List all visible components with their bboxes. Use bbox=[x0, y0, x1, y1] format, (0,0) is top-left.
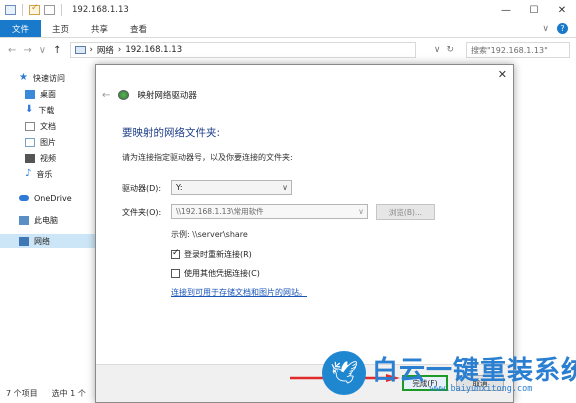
sidebar-item-onedrive[interactable]: OneDrive bbox=[19, 191, 72, 205]
address-bar[interactable]: › 网络 › 192.168.1.13 bbox=[69, 42, 416, 58]
example-text: 示例: \\server\share bbox=[171, 230, 248, 239]
videos-icon bbox=[25, 153, 35, 163]
sidebar-item-label: OneDrive bbox=[34, 193, 72, 203]
recent-chevron-icon[interactable]: ∨ bbox=[39, 45, 46, 56]
drive-label: 驱动器(D): bbox=[122, 184, 162, 193]
forward-arrow-icon[interactable]: → bbox=[23, 45, 31, 56]
breadcrumb-network[interactable]: 网络 bbox=[97, 44, 114, 56]
drive-letter-select[interactable]: Y: ∨ bbox=[171, 180, 292, 195]
ribbon-tabs: 文件 主页 共享 查看 ∨ ? bbox=[0, 20, 576, 38]
refresh-icon[interactable]: ↻ bbox=[446, 45, 454, 55]
desktop-icon bbox=[25, 89, 35, 99]
sidebar-item-videos[interactable]: 视频 bbox=[25, 151, 56, 165]
dialog-header: ← 映射网络驱动器 bbox=[102, 89, 197, 102]
tab-share[interactable]: 共享 bbox=[80, 20, 119, 37]
browse-button[interactable]: 浏览(B)... bbox=[376, 204, 435, 220]
chevron-down-icon: ∨ bbox=[358, 207, 364, 216]
sidebar-item-label: 视频 bbox=[40, 153, 56, 163]
other-credentials-label: 使用其他凭据连接(C) bbox=[184, 269, 260, 278]
tab-home[interactable]: 主页 bbox=[41, 20, 80, 37]
minimize-button[interactable]: — bbox=[492, 0, 520, 20]
site-watermark: 🕊 白云一键重装系统 www.baiyunxitong.com bbox=[322, 348, 576, 398]
sidebar-item-music[interactable]: ♪ 音乐 bbox=[25, 167, 52, 181]
ribbon-expand-icon[interactable]: ∨ bbox=[542, 24, 549, 34]
ribbon-right: ∨ ? bbox=[542, 20, 576, 37]
toolbar-divider bbox=[61, 4, 62, 16]
this-pc-icon bbox=[19, 215, 29, 225]
window-title: 192.168.1.13 bbox=[72, 5, 129, 15]
breadcrumb-host[interactable]: 192.168.1.13 bbox=[125, 45, 182, 55]
sidebar-item-label: 此电脑 bbox=[34, 215, 58, 225]
watermark-url: www.baiyunxitong.com bbox=[430, 384, 533, 394]
help-icon[interactable]: ? bbox=[557, 23, 568, 34]
tab-file[interactable]: 文件 bbox=[0, 20, 42, 37]
sidebar-item-label: 文档 bbox=[40, 121, 56, 131]
checkbox-checked-icon bbox=[171, 248, 180, 259]
sidebar-item-downloads[interactable]: ⬇ 下载 bbox=[25, 103, 54, 117]
folder-path-input[interactable]: \\192.168.1.13\常用软件 ∨ bbox=[171, 204, 368, 219]
sidebar-item-network[interactable]: 网络 bbox=[0, 234, 95, 248]
star-icon: ★ bbox=[19, 72, 28, 83]
sidebar-item-label: 音乐 bbox=[36, 169, 53, 179]
nav-buttons: ← → ∨ ↑ bbox=[0, 45, 62, 56]
bird-logo-icon: 🕊 bbox=[322, 351, 366, 395]
address-dropdown-icon[interactable]: ∨ bbox=[434, 45, 441, 55]
new-folder-icon[interactable] bbox=[44, 5, 55, 15]
network-icon bbox=[19, 236, 29, 246]
item-count: 7 个项目 bbox=[6, 389, 38, 398]
maximize-button[interactable]: ☐ bbox=[520, 0, 548, 20]
properties-icon[interactable] bbox=[29, 3, 40, 15]
connect-website-link[interactable]: 连接到可用于存储文档和图片的网站。 bbox=[171, 287, 307, 298]
address-row: ← → ∨ ↑ › 网络 › 192.168.1.13 ∨ ↻ 搜索"192.1… bbox=[0, 38, 576, 62]
dialog-title: 映射网络驱动器 bbox=[137, 91, 197, 101]
sidebar-item-quick-access[interactable]: ★ 快速访问 bbox=[19, 71, 65, 85]
sidebar-item-label: 下载 bbox=[38, 105, 55, 115]
music-icon: ♪ bbox=[25, 168, 32, 179]
dialog-heading: 要映射的网络文件夹: bbox=[122, 127, 221, 139]
up-arrow-icon[interactable]: ↑ bbox=[53, 45, 61, 56]
back-arrow-icon[interactable]: ← bbox=[8, 45, 16, 56]
sidebar-item-label: 网络 bbox=[34, 236, 50, 246]
reconnect-checkbox[interactable]: 登录时重新连接(R) bbox=[171, 248, 252, 260]
navigation-pane: ★ 快速访问 桌面 ⬇ 下载 文档 图片 视频 ♪ 音乐 OneDrive 此电… bbox=[0, 62, 95, 384]
folder-label: 文件夹(O): bbox=[122, 208, 162, 217]
address-sep: › bbox=[89, 45, 93, 55]
sidebar-item-label: 桌面 bbox=[40, 89, 56, 99]
dialog-back-arrow-icon[interactable]: ← bbox=[102, 90, 110, 101]
dialog-close-button[interactable]: ✕ bbox=[498, 68, 507, 81]
quick-access-toolbar bbox=[0, 3, 64, 16]
sidebar-item-label: 快速访问 bbox=[32, 73, 65, 83]
download-icon: ⬇ bbox=[25, 104, 34, 115]
documents-icon bbox=[25, 121, 35, 131]
folder-path-value: \\192.168.1.13\常用软件 bbox=[176, 207, 264, 216]
reconnect-label: 登录时重新连接(R) bbox=[184, 250, 252, 259]
sidebar-item-this-pc[interactable]: 此电脑 bbox=[19, 213, 58, 227]
checkbox-unchecked-icon bbox=[171, 269, 180, 278]
sidebar-item-desktop[interactable]: 桌面 bbox=[25, 87, 56, 101]
tab-view[interactable]: 查看 bbox=[119, 20, 158, 37]
address-right: ∨ ↻ 搜索"192.168.1.13" bbox=[434, 42, 576, 58]
sidebar-item-label: 图片 bbox=[40, 137, 56, 147]
dialog-subtitle: 请为连接指定驱动器号，以及你要连接的文件夹: bbox=[122, 153, 293, 162]
chevron-down-icon: ∨ bbox=[282, 183, 288, 192]
search-input[interactable]: 搜索"192.168.1.13" bbox=[466, 42, 570, 58]
onedrive-icon bbox=[19, 195, 29, 201]
watermark-text: 白云一键重装系统 bbox=[372, 356, 576, 386]
network-drive-icon bbox=[118, 90, 130, 100]
address-sep: › bbox=[117, 45, 122, 55]
sidebar-item-documents[interactable]: 文档 bbox=[25, 119, 56, 133]
selected-count: 选中 1 个 bbox=[51, 389, 86, 398]
drive-letter-value: Y: bbox=[176, 183, 183, 192]
close-button[interactable]: ✕ bbox=[548, 0, 576, 20]
pictures-icon bbox=[25, 137, 35, 147]
toolbar-divider bbox=[22, 4, 23, 16]
sidebar-item-pictures[interactable]: 图片 bbox=[25, 135, 56, 149]
network-location-icon bbox=[74, 46, 86, 54]
other-credentials-checkbox[interactable]: 使用其他凭据连接(C) bbox=[171, 268, 260, 279]
window-controls: — ☐ ✕ bbox=[492, 0, 576, 20]
explorer-titlebar: 192.168.1.13 — ☐ ✕ bbox=[0, 0, 576, 20]
folder-window-icon bbox=[5, 5, 16, 15]
